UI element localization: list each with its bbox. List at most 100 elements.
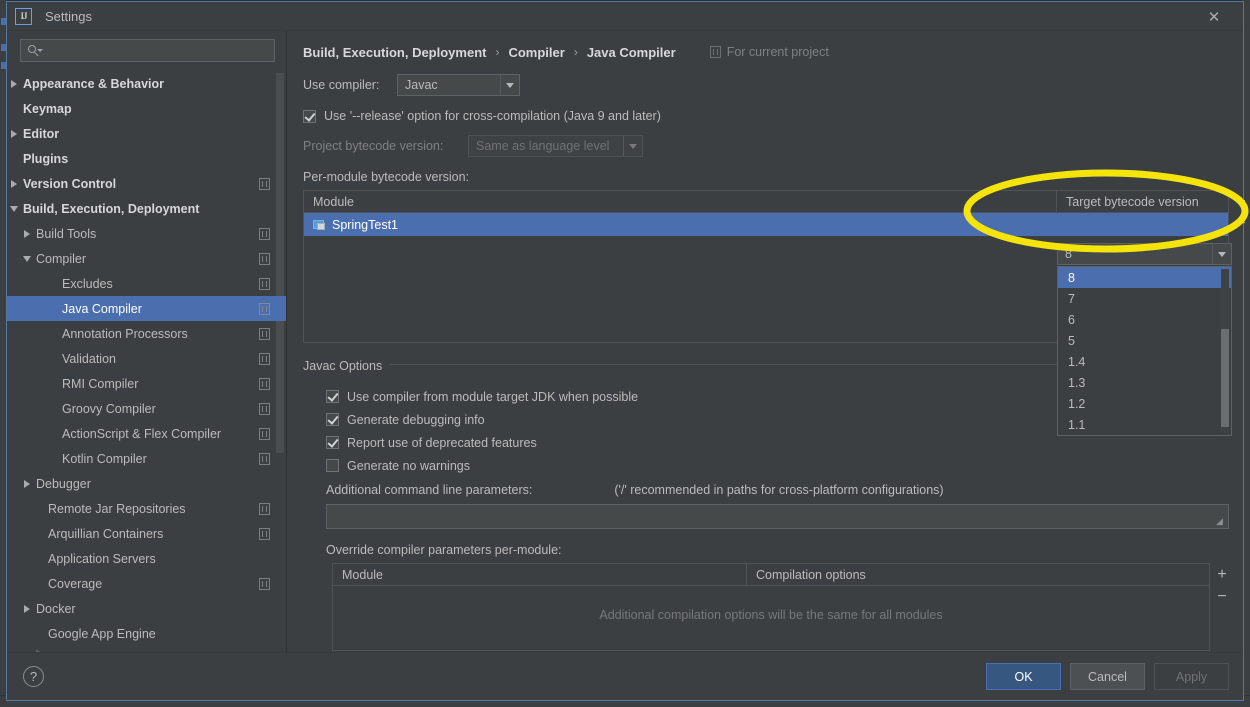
sidebar-item-remote-jar-repositories[interactable]: Remote Jar Repositories <box>7 496 286 521</box>
sidebar-item-kotlin-compiler[interactable]: Kotlin Compiler <box>7 446 286 471</box>
use-compiler-select[interactable]: Javac <box>397 74 520 96</box>
sidebar-item-label: Debugger <box>36 476 91 491</box>
breadcrumb-part-2[interactable]: Java Compiler <box>587 45 676 60</box>
sidebar-item-label: Application Servers <box>48 551 156 566</box>
dropdown-option-6[interactable]: 6 <box>1058 309 1231 330</box>
chevron-right-icon[interactable] <box>7 129 20 138</box>
breadcrumb-part-0[interactable]: Build, Execution, Deployment <box>303 45 486 60</box>
ok-button[interactable]: OK <box>986 663 1061 690</box>
chevron-right-icon[interactable] <box>20 229 33 238</box>
release-option-checkbox[interactable] <box>303 109 316 123</box>
sidebar-item-keymap[interactable]: Keymap <box>7 96 286 121</box>
javac-checkbox-row[interactable]: Generate no warnings <box>326 454 1229 477</box>
breadcrumb-part-1[interactable]: Compiler <box>508 45 564 60</box>
project-bytecode-label: Project bytecode version: <box>303 139 444 153</box>
resize-grip-icon[interactable]: ◢ <box>1216 517 1225 526</box>
sidebar-item-coverage[interactable]: Coverage <box>7 571 286 596</box>
add-override-button[interactable]: + <box>1212 564 1232 586</box>
sidebar-item-application-servers[interactable]: Application Servers <box>7 546 286 571</box>
sidebar-item-appearance-behavior[interactable]: Appearance & Behavior <box>7 71 286 96</box>
bytecode-version-dropdown[interactable]: 8 7 6 5 1.4 1.3 1.2 1.1 <box>1057 266 1232 436</box>
sidebar-item-label: Annotation Processors <box>62 326 188 341</box>
report-deprecated-label: Report use of deprecated features <box>347 435 537 450</box>
column-header-compilation-options[interactable]: Compilation options <box>746 564 1209 585</box>
search-wrapper <box>7 31 286 69</box>
cancel-button[interactable]: Cancel <box>1070 663 1145 690</box>
sidebar-item-validation[interactable]: Validation <box>7 346 286 371</box>
chevron-right-icon[interactable] <box>20 479 33 488</box>
remove-override-button[interactable]: − <box>1212 586 1232 608</box>
chevron-right-icon[interactable] <box>7 79 20 88</box>
use-module-jdk-label: Use compiler from module target JDK when… <box>347 389 639 404</box>
sidebar-item-plugins[interactable]: Plugins <box>7 146 286 171</box>
project-scope-icon <box>259 377 270 390</box>
column-header-target-bytecode[interactable]: Target bytecode version <box>1056 191 1228 212</box>
add-module-button[interactable]: + <box>1231 191 1250 213</box>
chevron-down-icon[interactable] <box>1212 244 1231 264</box>
sidebar-item-groovy-compiler[interactable]: Groovy Compiler <box>7 396 286 421</box>
close-icon[interactable]: ✕ <box>1205 8 1223 26</box>
sidebar-item-annotation-processors[interactable]: Annotation Processors <box>7 321 286 346</box>
sidebar-item-label: Remote Jar Repositories <box>48 501 186 516</box>
sidebar-item-editor[interactable]: Editor <box>7 121 286 146</box>
sidebar-item-build-tools[interactable]: Build Tools <box>7 221 286 246</box>
report-deprecated-checkbox[interactable] <box>326 436 339 449</box>
chevron-down-icon[interactable] <box>20 255 33 262</box>
search-input[interactable] <box>42 42 268 59</box>
sidebar-item-actionscript-flex-compiler[interactable]: ActionScript & Flex Compiler <box>7 421 286 446</box>
project-bytecode-value: Same as language level <box>476 139 610 153</box>
module-icon <box>313 219 326 231</box>
project-scope-icon <box>259 327 270 340</box>
override-table-header: Module Compilation options <box>333 564 1209 586</box>
sidebar-item-java-compiler[interactable]: Java Compiler <box>7 296 286 321</box>
use-compiler-value: Javac <box>405 78 438 92</box>
remove-module-button[interactable]: − <box>1231 213 1250 235</box>
additional-params-input[interactable]: ◢ <box>326 504 1229 529</box>
column-header-module[interactable]: Module <box>333 564 746 585</box>
dropdown-option-1-3[interactable]: 1.3 <box>1058 372 1231 393</box>
sidebar-item-docker[interactable]: Docker <box>7 596 286 621</box>
sidebar-item-google-app-engine[interactable]: Google App Engine <box>7 621 286 646</box>
chevron-right-icon[interactable] <box>20 604 33 613</box>
sidebar-item-version-control[interactable]: Version Control <box>7 171 286 196</box>
dropdown-option-1-4[interactable]: 1.4 <box>1058 351 1231 372</box>
project-scope-icon <box>259 252 270 265</box>
generate-debugging-info-checkbox[interactable] <box>326 413 339 426</box>
target-bytecode-select[interactable]: 8 <box>1057 243 1232 265</box>
sidebar-item-label: RMI Compiler <box>62 376 139 391</box>
use-module-jdk-checkbox[interactable] <box>326 390 339 403</box>
sidebar-item-label: Version Control <box>23 176 117 191</box>
dropdown-scrollbar-thumb[interactable] <box>1221 329 1229 427</box>
dropdown-option-7[interactable]: 7 <box>1058 288 1231 309</box>
settings-dialog: IJ Settings ✕ Appearance & Behavior Keyma… <box>6 1 1246 701</box>
generate-no-warnings-checkbox[interactable] <box>326 459 339 472</box>
sidebar-item-label: Java Compiler <box>62 301 142 316</box>
override-params-table[interactable]: Module Compilation options Additional co… <box>332 563 1227 651</box>
sidebar-item-arquillian-containers[interactable]: Arquillian Containers <box>7 521 286 546</box>
release-option-row[interactable]: Use '--release' option for cross-compila… <box>303 109 1229 123</box>
sidebar-item-build-execution-deployment[interactable]: Build, Execution, Deployment <box>7 196 286 221</box>
column-header-module[interactable]: Module <box>304 191 1056 212</box>
table-row[interactable]: SpringTest1 <box>304 213 1228 236</box>
dropdown-option-8[interactable]: 8 <box>1058 267 1231 288</box>
dropdown-option-5[interactable]: 5 <box>1058 330 1231 351</box>
chevron-down-icon[interactable] <box>500 75 519 95</box>
search-box[interactable] <box>20 39 275 62</box>
sidebar-item-excludes[interactable]: Excludes <box>7 271 286 296</box>
dropdown-option-1-1[interactable]: 1.1 <box>1058 414 1231 435</box>
apply-button[interactable]: Apply <box>1154 663 1229 690</box>
chevron-right-icon[interactable] <box>7 179 20 188</box>
settings-tree[interactable]: Appearance & Behavior Keymap Editor Plugins… <box>7 69 286 652</box>
override-params-label: Override compiler parameters per-module: <box>326 543 562 557</box>
sidebar-item-compiler[interactable]: Compiler <box>7 246 286 271</box>
sidebar-item-label: Docker <box>36 601 76 616</box>
chevron-down-icon[interactable] <box>7 205 20 212</box>
project-scope-icon <box>259 527 270 540</box>
sidebar-item-debugger[interactable]: Debugger <box>7 471 286 496</box>
help-button[interactable]: ? <box>23 666 44 687</box>
sidebar-item-rmi-compiler[interactable]: RMI Compiler <box>7 371 286 396</box>
sidebar-item-label: Editor <box>23 126 60 141</box>
dropdown-option-1-2[interactable]: 1.2 <box>1058 393 1231 414</box>
override-table-buttons: + − <box>1211 564 1233 608</box>
generate-no-warnings-label: Generate no warnings <box>347 458 470 473</box>
